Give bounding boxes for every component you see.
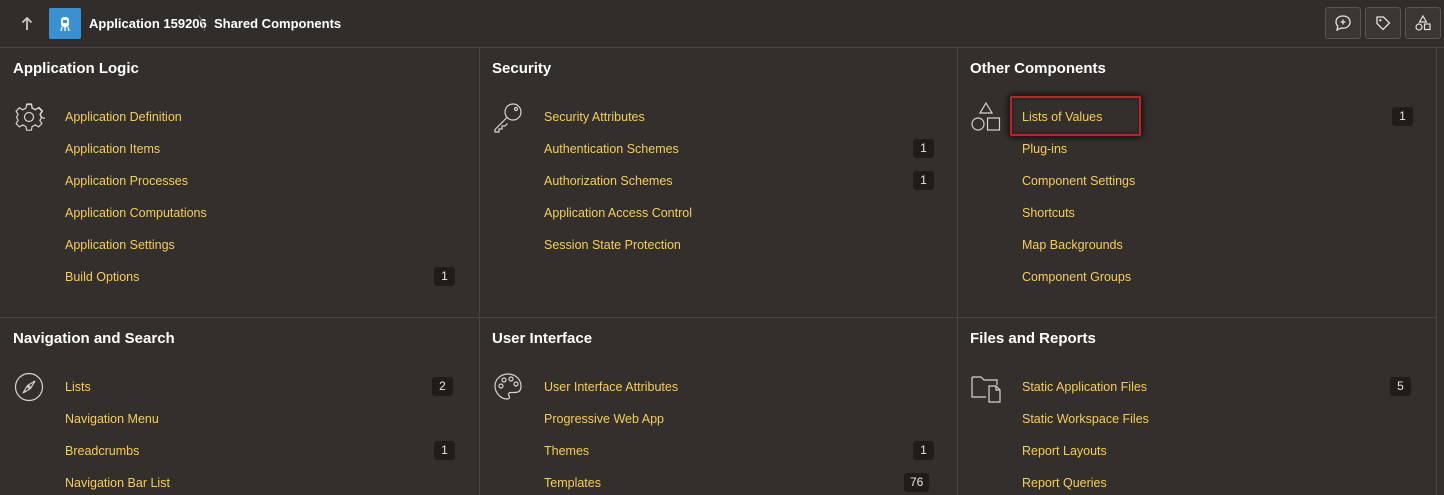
tools-button[interactable] bbox=[1365, 7, 1401, 39]
panel-navigation-and-search: Navigation and Search Lists 2 Navigation… bbox=[0, 318, 480, 495]
link-shortcuts[interactable]: Shortcuts bbox=[1022, 206, 1075, 220]
link-lists-of-values[interactable]: Lists of Values bbox=[1022, 110, 1102, 124]
compass-icon bbox=[14, 372, 44, 402]
panel-title: Application Logic bbox=[13, 60, 139, 77]
link-static-workspace-files[interactable]: Static Workspace Files bbox=[1022, 412, 1149, 426]
count-badge: 1 bbox=[434, 441, 455, 460]
panel-title: Other Components bbox=[970, 60, 1106, 77]
link-application-computations[interactable]: Application Computations bbox=[65, 206, 207, 220]
count-badge: 1 bbox=[434, 267, 455, 286]
panel-title: Security bbox=[492, 60, 552, 77]
feedback-button[interactable] bbox=[1325, 7, 1361, 39]
shared-components-button[interactable] bbox=[1405, 7, 1441, 39]
count-badge: 1 bbox=[913, 441, 934, 460]
panel-other-components: Other Components Lists of Values 1 Plug-… bbox=[958, 48, 1437, 318]
panel-user-interface: User Interface User Interface Attributes… bbox=[480, 318, 958, 495]
panel-title: Files and Reports bbox=[970, 330, 1096, 347]
palette-icon bbox=[494, 373, 522, 400]
panel-files-and-reports: Files and Reports Static Application Fil… bbox=[958, 318, 1437, 495]
shapes-icon bbox=[1415, 14, 1431, 31]
link-authentication-schemes[interactable]: Authentication Schemes bbox=[544, 142, 679, 156]
link-progressive-web-app[interactable]: Progressive Web App bbox=[544, 412, 664, 426]
arrow-up-icon bbox=[21, 17, 33, 30]
count-badge: 1 bbox=[1392, 107, 1413, 126]
count-badge: 1 bbox=[913, 139, 934, 158]
link-breadcrumbs[interactable]: Breadcrumbs bbox=[65, 444, 139, 458]
link-application-access-control[interactable]: Application Access Control bbox=[544, 206, 692, 220]
panel-title: Navigation and Search bbox=[13, 330, 175, 347]
link-authorization-schemes[interactable]: Authorization Schemes bbox=[544, 174, 673, 188]
top-bar: Application 159206 Shared Components bbox=[0, 0, 1444, 48]
link-application-definition[interactable]: Application Definition bbox=[65, 110, 182, 124]
link-session-state-protection[interactable]: Session State Protection bbox=[544, 238, 681, 252]
app-badge-icon bbox=[60, 16, 70, 31]
folder-file-icon bbox=[971, 376, 1001, 403]
breadcrumb-application[interactable]: Application 159206 bbox=[89, 16, 207, 31]
link-navigation-menu[interactable]: Navigation Menu bbox=[65, 412, 159, 426]
key-icon bbox=[494, 103, 522, 133]
link-lists[interactable]: Lists bbox=[65, 380, 91, 394]
count-badge: 76 bbox=[904, 473, 930, 492]
count-badge: 2 bbox=[432, 377, 453, 396]
link-static-application-files[interactable]: Static Application Files bbox=[1022, 380, 1147, 394]
panel-security: Security Security Attributes Authenticat… bbox=[480, 48, 958, 318]
link-application-processes[interactable]: Application Processes bbox=[65, 174, 188, 188]
breadcrumb-separator bbox=[198, 14, 206, 32]
count-badge: 1 bbox=[913, 171, 934, 190]
link-application-settings[interactable]: Application Settings bbox=[65, 238, 175, 252]
link-plug-ins[interactable]: Plug-ins bbox=[1022, 142, 1067, 156]
link-build-options[interactable]: Build Options bbox=[65, 270, 139, 284]
link-map-backgrounds[interactable]: Map Backgrounds bbox=[1022, 238, 1123, 252]
navigate-up-button[interactable] bbox=[14, 12, 40, 36]
link-component-groups[interactable]: Component Groups bbox=[1022, 270, 1131, 284]
link-themes[interactable]: Themes bbox=[544, 444, 589, 458]
link-report-queries[interactable]: Report Queries bbox=[1022, 476, 1107, 490]
link-templates[interactable]: Templates bbox=[544, 476, 601, 490]
link-component-settings[interactable]: Component Settings bbox=[1022, 174, 1135, 188]
tag-icon bbox=[1376, 16, 1391, 31]
link-security-attributes[interactable]: Security Attributes bbox=[544, 110, 645, 124]
link-application-items[interactable]: Application Items bbox=[65, 142, 160, 156]
page-title: Shared Components bbox=[214, 16, 342, 31]
gear-icon bbox=[15, 103, 45, 131]
shapes-icon bbox=[971, 101, 1001, 131]
link-user-interface-attributes[interactable]: User Interface Attributes bbox=[544, 380, 678, 394]
count-badge: 5 bbox=[1390, 377, 1411, 396]
link-report-layouts[interactable]: Report Layouts bbox=[1022, 444, 1107, 458]
panel-title: User Interface bbox=[492, 330, 593, 347]
chat-plus-icon bbox=[1335, 15, 1351, 32]
panel-application-logic: Application Logic Application Definition… bbox=[0, 48, 480, 318]
link-navigation-bar-list[interactable]: Navigation Bar List bbox=[65, 476, 170, 490]
app-icon[interactable] bbox=[49, 8, 81, 39]
